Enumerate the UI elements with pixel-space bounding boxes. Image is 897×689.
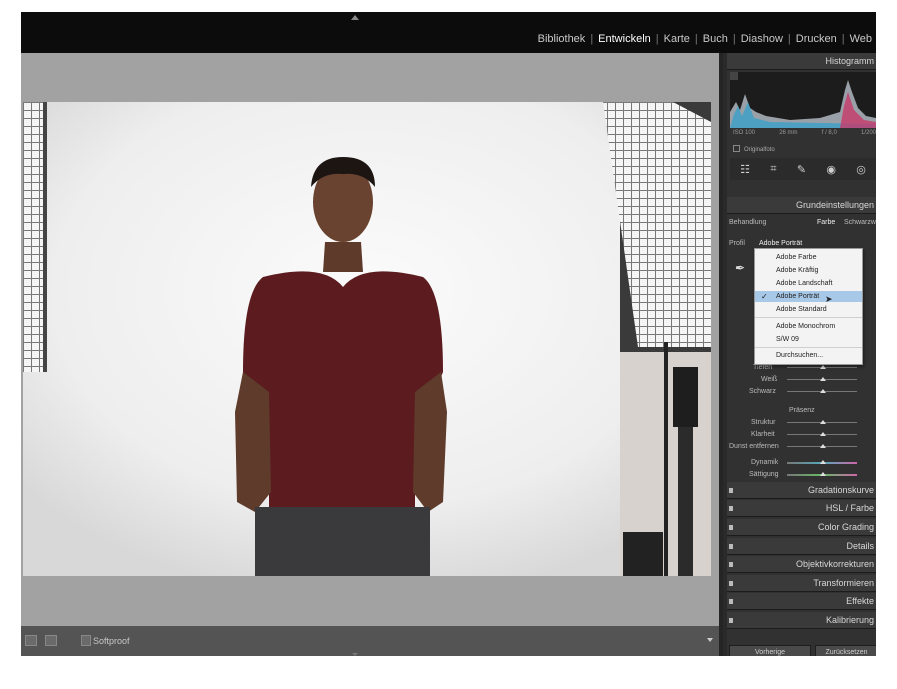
module-entwickeln[interactable]: Entwickeln [598,33,651,45]
profile-option-farbe[interactable]: Adobe Farbe [755,252,862,263]
collapse-top-panel-icon[interactable] [351,15,359,20]
softproof-label: Softproof [93,636,130,646]
softproof-checkbox[interactable] [81,635,91,646]
profile-dropdown-menu: Adobe Farbe Adobe Kräftig Adobe Landscha… [754,248,863,365]
panel-hsl-farbe[interactable]: HSL / Farbe [727,500,876,517]
red-eye-icon[interactable]: ◉ [826,163,836,176]
dunst-slider-thumb[interactable] [820,444,826,448]
schwarz-slider-thumb[interactable] [820,389,826,393]
slider-label-tiefen: Tiefen [753,364,773,371]
panel-color-grading[interactable]: Color Grading [727,519,876,536]
edit-sliders-icon[interactable]: ☷ [740,163,750,176]
module-karte[interactable]: Karte [664,33,690,45]
slider-label-schwarz: Schwarz [749,388,776,395]
panel-objektivkorrekturen[interactable]: Objektivkorrekturen [727,556,876,573]
slider-label-dynamik: Dynamik [751,459,779,466]
profile-label: Profil [729,240,745,247]
lightroom-window: Bibliothek | Entwickeln | Karte | Buch | Dia… [21,12,876,656]
module-bar: Bibliothek | Entwickeln | Karte | Buch | Dia… [21,12,876,53]
treatment-label: Behandlung [729,219,767,226]
portrait-photo [23,102,711,576]
panel-details[interactable]: Details [727,538,876,555]
saettigung-slider-thumb[interactable] [820,472,826,476]
panel-effekte[interactable]: Effekte [727,593,876,610]
dynamik-slider-thumb[interactable] [820,460,826,464]
profile-option-kraeftig[interactable]: Adobe Kräftig [755,265,862,276]
crop-icon[interactable]: ⌗ [770,163,776,176]
checkmark-icon: ✓ [761,292,768,301]
module-picker: Bibliothek | Entwickeln | Karte | Buch | Dia… [537,33,872,45]
menu-divider [755,347,862,348]
module-drucken[interactable]: Drucken [796,33,837,45]
profile-selector[interactable]: Adobe Porträt [759,240,802,247]
module-diashow[interactable]: Diashow [741,33,783,45]
panel-gradationskurve[interactable]: Gradationskurve [727,482,876,499]
white-balance-picker-icon[interactable]: ✒ [735,261,745,275]
slider-label-dunst: Dunst entfernen [729,443,779,450]
slider-label-klarheit: Klarheit [751,431,775,438]
mouse-cursor-icon: ➤ [825,294,833,304]
previous-button[interactable]: Vorherige [729,645,811,656]
tiefen-slider-thumb[interactable] [820,365,826,369]
module-bibliothek[interactable]: Bibliothek [538,33,586,45]
klarheit-slider-thumb[interactable] [820,432,826,436]
original-photo-toggle[interactable]: Originalfoto [733,145,775,153]
struktur-slider-thumb[interactable] [820,420,826,424]
menu-divider [755,317,862,318]
bottom-toolbar: Softproof [21,626,719,656]
photo-preview[interactable] [23,102,711,576]
histogram-graph [730,72,876,128]
module-buch[interactable]: Buch [703,33,728,45]
weiss-slider-thumb[interactable] [820,377,826,381]
view-mode-icon[interactable] [25,635,37,646]
basic-header[interactable]: Grundeinstellungen [727,197,876,214]
image-viewer[interactable] [21,53,719,626]
treatment-color[interactable]: Farbe [817,219,835,226]
slider-label-weiss: Weiß [761,376,778,383]
slider-label-saettigung: Sättigung [749,471,779,478]
healing-brush-icon[interactable]: ✎ [797,163,806,176]
presence-title: Präsenz [789,407,815,414]
profile-option-landschaft[interactable]: Adobe Landschaft [755,278,862,289]
profile-option-sw09[interactable]: S/W 09 [755,334,862,345]
masking-icon[interactable]: ◎ [856,163,866,176]
before-after-icon[interactable] [45,635,57,646]
profile-option-monochrom[interactable]: Adobe Monochrom [755,321,862,332]
treatment-bw[interactable]: Schwarzweiß [844,219,876,226]
module-web[interactable]: Web [850,33,872,45]
panel-transformieren[interactable]: Transformieren [727,575,876,592]
toolbar-menu-chevron-icon[interactable] [707,638,713,642]
reset-button[interactable]: Zurücksetzen [815,645,876,656]
collapse-bottom-panel-icon[interactable] [352,653,358,656]
histogram-header[interactable]: Histogramm [727,53,876,70]
profile-option-portraet[interactable]: ✓ Adobe Porträt [755,291,862,302]
histogram-info: ISO 100 26 mm f / 8,0 1/200 [733,130,876,136]
profile-browse-item[interactable]: Durchsuchen... [755,350,862,361]
panel-kalibrierung[interactable]: Kalibrierung [727,612,876,629]
profile-option-standard[interactable]: Adobe Standard [755,304,862,315]
tool-strip: ☷ ⌗ ✎ ◉ ◎ [730,158,876,180]
slider-label-struktur: Struktur [751,419,776,426]
